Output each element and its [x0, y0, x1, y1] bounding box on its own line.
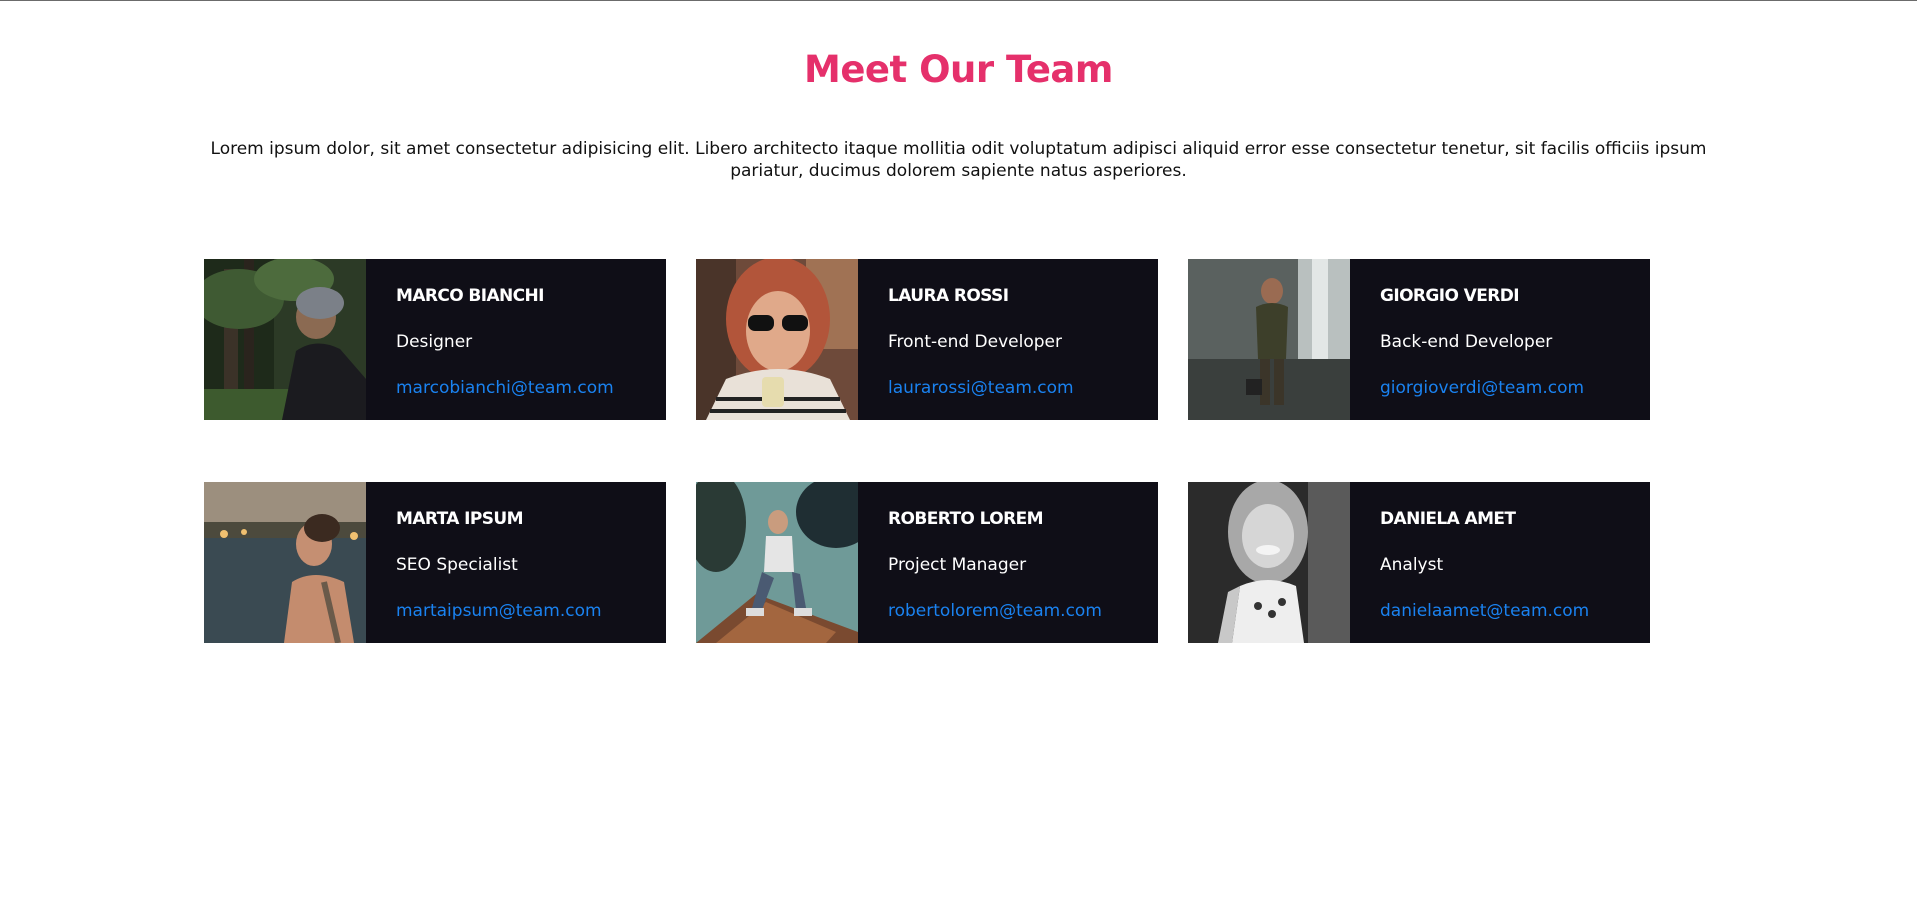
- team-card: LAURA ROSSI Front-end Developer lauraros…: [696, 259, 1158, 420]
- team-photo: [1188, 482, 1350, 643]
- team-card: MARTA IPSUM SEO Specialist martaipsum@te…: [204, 482, 666, 643]
- member-email-link[interactable]: martaipsum@team.com: [396, 600, 602, 622]
- member-role: Back-end Developer: [1380, 332, 1553, 352]
- team-card: ROBERTO LOREM Project Manager robertolor…: [696, 482, 1158, 643]
- member-name: MARTA IPSUM: [396, 509, 524, 529]
- member-name: MARCO BIANCHI: [396, 286, 545, 306]
- member-role: Front-end Developer: [888, 332, 1062, 352]
- member-name: ROBERTO LOREM: [888, 509, 1044, 529]
- member-role: Analyst: [1380, 555, 1444, 575]
- team-card: MARCO BIANCHI Designer marcobianchi@team…: [204, 259, 666, 420]
- member-name: LAURA ROSSI: [888, 286, 1009, 306]
- member-email-link[interactable]: marcobianchi@team.com: [396, 377, 614, 399]
- team-card: DANIELA AMET Analyst danielaamet@team.co…: [1188, 482, 1650, 643]
- team-photo: [204, 482, 366, 643]
- team-photo: [204, 259, 366, 420]
- page-title: Meet Our Team: [804, 48, 1113, 91]
- member-email-link[interactable]: danielaamet@team.com: [1380, 600, 1589, 622]
- team-photo: [696, 259, 858, 420]
- member-role: Project Manager: [888, 555, 1027, 575]
- member-email-link[interactable]: robertolorem@team.com: [888, 600, 1102, 622]
- member-name: DANIELA AMET: [1380, 509, 1516, 529]
- team-photo: [696, 482, 858, 643]
- member-email-link[interactable]: giorgioverdi@team.com: [1380, 377, 1584, 399]
- team-card: GIORGIO VERDI Back-end Developer giorgio…: [1188, 259, 1650, 420]
- member-email-link[interactable]: laurarossi@team.com: [888, 377, 1074, 399]
- member-role: SEO Specialist: [396, 555, 518, 575]
- team-photo: [1188, 259, 1350, 420]
- intro-text: Lorem ipsum dolor, sit amet consectetur …: [210, 139, 1707, 181]
- member-role: Designer: [396, 332, 473, 352]
- member-name: GIORGIO VERDI: [1380, 286, 1520, 306]
